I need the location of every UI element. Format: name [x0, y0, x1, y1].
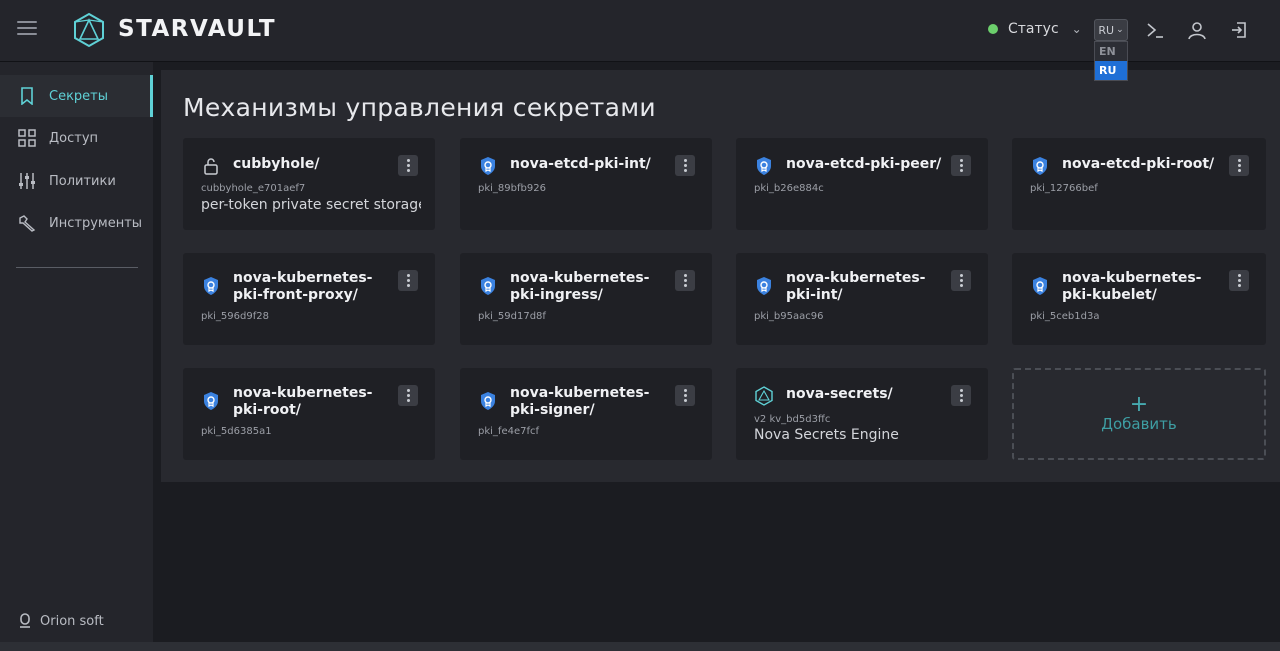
- sidebar-item-access[interactable]: Доступ: [0, 117, 153, 159]
- kv-icon: [755, 386, 773, 406]
- logo-icon: [74, 12, 104, 48]
- top-bar: STARVAULT Статус ⌄ RU ⌄: [0, 0, 1280, 62]
- sidebar-item-label: Инструменты: [49, 215, 143, 231]
- engine-name[interactable]: nova-etcd-pki-peer/: [786, 156, 944, 173]
- sidebar-divider: [16, 267, 138, 268]
- logout-icon[interactable]: [1229, 20, 1249, 40]
- chevron-down-icon: ⌄: [1071, 22, 1082, 36]
- engine-card[interactable]: nova-kubernetes-pki-int/ pki_b95aac96: [736, 253, 988, 345]
- certificate-icon: [481, 157, 495, 175]
- sidebar-item-label: Секреты: [49, 88, 109, 104]
- engine-accessor: pki_89bfb926: [478, 183, 546, 194]
- more-options-icon[interactable]: [675, 270, 695, 291]
- sliders-icon: [17, 171, 37, 191]
- certificate-icon: [757, 277, 771, 295]
- engine-accessor: pki_596d9f28: [201, 311, 269, 322]
- sidebar-item-policies[interactable]: Политики: [0, 160, 153, 202]
- more-options-icon[interactable]: [951, 270, 971, 291]
- engine-accessor: cubbyhole_e701aef7: [201, 183, 306, 194]
- brand-name: STARVAULT: [118, 16, 277, 42]
- engine-card[interactable]: cubbyhole/ cubbyhole_e701aef7 per-token …: [183, 138, 435, 230]
- engine-card[interactable]: nova-secrets/ v2 kv_bd5d3ffc Nova Secret…: [736, 368, 988, 460]
- more-options-icon[interactable]: [398, 385, 418, 406]
- language-menu: EN RU: [1094, 41, 1128, 81]
- more-options-icon[interactable]: [675, 385, 695, 406]
- certificate-icon: [481, 277, 495, 295]
- more-options-icon[interactable]: [398, 270, 418, 291]
- sidebar-item-label: Доступ: [49, 130, 99, 146]
- engine-accessor: pki_fe4e7fcf: [478, 426, 540, 437]
- engine-accessor: pki_5ceb1d3a: [1030, 311, 1100, 322]
- orion-logo-icon: [20, 613, 30, 628]
- sidebar: Секреты Доступ Политики Инструменты Orio…: [0, 62, 153, 642]
- lock-icon: [204, 158, 218, 175]
- engine-name[interactable]: cubbyhole/: [233, 156, 391, 173]
- engine-name[interactable]: nova-etcd-pki-int/: [510, 156, 668, 173]
- add-engine-label: Добавить: [1101, 415, 1177, 433]
- status-indicator: [988, 24, 998, 34]
- engine-name[interactable]: nova-kubernetes-pki-ingress/: [510, 270, 668, 304]
- chevron-down-icon: ⌄: [1116, 25, 1124, 35]
- status-dropdown[interactable]: Статус ⌄: [988, 21, 1082, 37]
- plus-icon: +: [1129, 392, 1149, 417]
- status-label: Статус: [1008, 21, 1059, 37]
- certificate-icon: [1033, 157, 1047, 175]
- engine-accessor: pki_59d17d8f: [478, 311, 546, 322]
- add-engine-button[interactable]: + Добавить: [1012, 368, 1266, 460]
- engine-name[interactable]: nova-kubernetes-pki-signer/: [510, 385, 668, 419]
- more-options-icon[interactable]: [1229, 155, 1249, 176]
- sidebar-item-label: Политики: [49, 173, 116, 189]
- footer-brand-name: Orion soft: [40, 613, 104, 629]
- language-option-ru[interactable]: RU: [1095, 61, 1127, 80]
- footer-brand: Orion soft: [18, 613, 104, 629]
- more-options-icon[interactable]: [675, 155, 695, 176]
- engine-accessor: pki_b95aac96: [754, 311, 824, 322]
- menu-icon[interactable]: [17, 21, 37, 39]
- engine-name[interactable]: nova-etcd-pki-root/: [1062, 156, 1222, 173]
- certificate-icon: [204, 392, 218, 410]
- certificate-icon: [204, 277, 218, 295]
- certificate-icon: [757, 157, 771, 175]
- terminal-icon[interactable]: [1145, 20, 1165, 40]
- sidebar-item-tools[interactable]: Инструменты: [0, 202, 153, 244]
- tools-icon: [17, 213, 37, 233]
- engine-description: per-token private secret storage: [201, 197, 421, 213]
- engine-name[interactable]: nova-kubernetes-pki-root/: [233, 385, 391, 419]
- bookmark-icon: [17, 86, 37, 106]
- engine-accessor: pki_5d6385a1: [201, 426, 272, 437]
- language-select[interactable]: RU ⌄: [1094, 19, 1128, 41]
- engine-card[interactable]: nova-kubernetes-pki-front-proxy/ pki_596…: [183, 253, 435, 345]
- engine-card[interactable]: nova-etcd-pki-peer/ pki_b26e884c: [736, 138, 988, 230]
- engine-card[interactable]: nova-kubernetes-pki-root/ pki_5d6385a1: [183, 368, 435, 460]
- page-title: Механизмы управления секретами: [183, 93, 656, 122]
- engine-accessor: v2 kv_bd5d3ffc: [754, 414, 831, 425]
- more-options-icon[interactable]: [951, 385, 971, 406]
- engine-card[interactable]: nova-etcd-pki-root/ pki_12766bef: [1012, 138, 1266, 230]
- certificate-icon: [481, 392, 495, 410]
- more-options-icon[interactable]: [1229, 270, 1249, 291]
- engine-name[interactable]: nova-kubernetes-pki-kubelet/: [1062, 270, 1222, 304]
- sidebar-item-secrets[interactable]: Секреты: [0, 75, 153, 117]
- engine-name[interactable]: nova-kubernetes-pki-front-proxy/: [233, 270, 391, 304]
- more-options-icon[interactable]: [398, 155, 418, 176]
- engine-description: Nova Secrets Engine: [754, 427, 899, 443]
- engine-card[interactable]: nova-kubernetes-pki-ingress/ pki_59d17d8…: [460, 253, 712, 345]
- language-current: RU: [1098, 23, 1115, 37]
- language-option-en[interactable]: EN: [1095, 42, 1127, 61]
- os-taskbar: [0, 642, 1280, 651]
- user-icon[interactable]: [1187, 20, 1207, 40]
- more-options-icon[interactable]: [951, 155, 971, 176]
- engine-accessor: pki_12766bef: [1030, 183, 1098, 194]
- engine-card[interactable]: nova-etcd-pki-int/ pki_89bfb926: [460, 138, 712, 230]
- engine-card[interactable]: nova-kubernetes-pki-kubelet/ pki_5ceb1d3…: [1012, 253, 1266, 345]
- engine-name[interactable]: nova-secrets/: [786, 386, 944, 403]
- engine-name[interactable]: nova-kubernetes-pki-int/: [786, 270, 944, 304]
- grid-icon: [17, 128, 37, 148]
- certificate-icon: [1033, 277, 1047, 295]
- engine-card[interactable]: nova-kubernetes-pki-signer/ pki_fe4e7fcf: [460, 368, 712, 460]
- engine-accessor: pki_b26e884c: [754, 183, 824, 194]
